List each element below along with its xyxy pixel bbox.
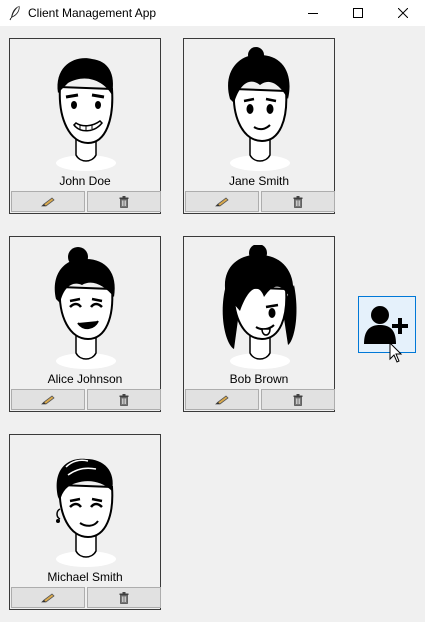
edit-button[interactable] [11, 191, 85, 212]
pencil-icon [215, 394, 229, 404]
edit-button[interactable] [185, 191, 259, 212]
trash-icon [293, 393, 303, 406]
avatar [228, 47, 290, 171]
pencil-icon [41, 394, 55, 404]
client-card: Bob Brown [183, 236, 335, 412]
client-name: Bob Brown [229, 372, 289, 386]
delete-button[interactable] [87, 587, 161, 608]
mouse-cursor-icon [389, 342, 403, 363]
delete-button[interactable] [261, 191, 335, 212]
trash-icon [119, 393, 129, 406]
edit-button[interactable] [11, 587, 85, 608]
add-client-button[interactable] [358, 296, 416, 353]
minimize-button[interactable] [290, 0, 336, 26]
feather-icon [9, 5, 20, 21]
close-button[interactable] [380, 0, 425, 26]
trash-icon [119, 591, 129, 604]
edit-button[interactable] [185, 389, 259, 410]
client-card: Alice Johnson [9, 236, 161, 412]
client-card: Michael Smith [9, 434, 161, 610]
client-name: Alice Johnson [47, 372, 123, 386]
maximize-button[interactable] [335, 0, 381, 26]
client-card: John Doe [9, 38, 161, 214]
avatar [222, 245, 297, 369]
delete-button[interactable] [87, 389, 161, 410]
avatar [56, 58, 116, 171]
client-name: Jane Smith [228, 174, 290, 188]
window-title: Client Management App [28, 6, 157, 20]
add-user-icon [364, 305, 408, 344]
trash-icon [119, 195, 129, 208]
pencil-icon [215, 196, 229, 206]
client-name: Michael Smith [47, 570, 123, 584]
minimize-icon [308, 13, 318, 14]
edit-button[interactable] [11, 389, 85, 410]
pencil-icon [41, 196, 55, 206]
close-icon [398, 8, 408, 18]
delete-button[interactable] [87, 191, 161, 212]
title-bar: Client Management App [0, 0, 425, 26]
avatar [54, 247, 116, 369]
pencil-icon [41, 592, 55, 602]
delete-button[interactable] [261, 389, 335, 410]
trash-icon [293, 195, 303, 208]
client-card: Jane Smith [183, 38, 335, 214]
client-name: John Doe [59, 174, 111, 188]
avatar [56, 458, 116, 567]
maximize-icon [353, 8, 363, 18]
